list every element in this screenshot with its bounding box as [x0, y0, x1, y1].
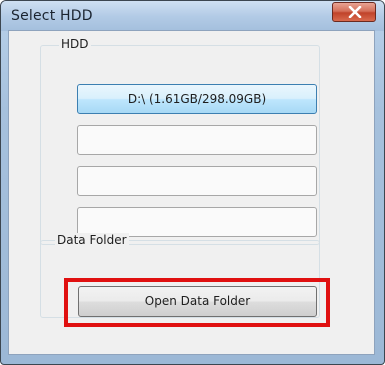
close-button[interactable]	[332, 2, 376, 22]
drive-button-2[interactable]	[77, 125, 317, 155]
open-data-folder-button[interactable]: Open Data Folder	[78, 286, 317, 317]
drive-button-1[interactable]: D:\ (1.61GB/298.09GB)	[77, 84, 317, 114]
hdd-group-label: HDD	[59, 37, 91, 51]
close-icon	[348, 6, 362, 18]
data-folder-group-label: Data Folder	[55, 233, 129, 247]
window-title: Select HDD	[11, 8, 93, 24]
title-bar[interactable]: Select HDD	[1, 1, 384, 31]
drive-button-3[interactable]	[77, 166, 317, 196]
